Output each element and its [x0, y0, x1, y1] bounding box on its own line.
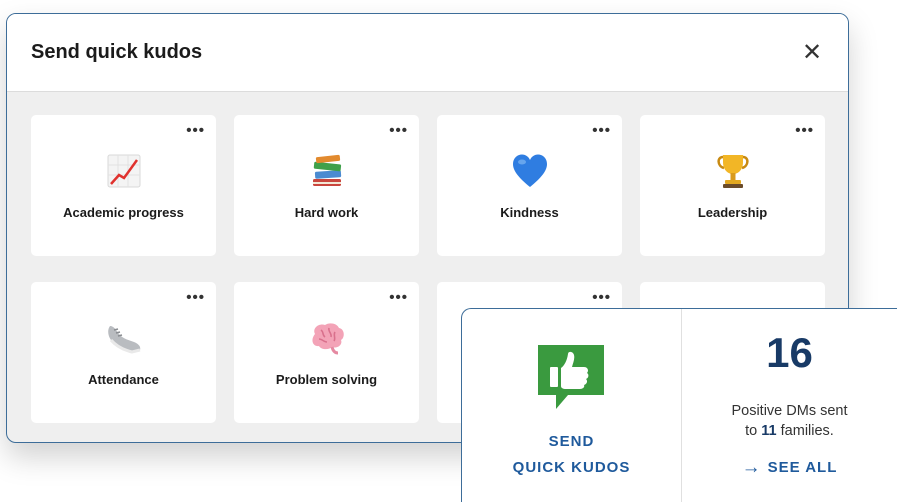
- kudos-card-leadership[interactable]: ••• Leadership: [640, 115, 825, 256]
- kudos-promo-panel: SEND QUICK KUDOS 16 Positive DMs sent to…: [461, 308, 897, 502]
- positive-dms-summary: 16 Positive DMs sent to 11 families. → SE…: [682, 309, 897, 502]
- kudos-card-kindness[interactable]: ••• Kindness: [437, 115, 622, 256]
- dm-suffix: families.: [776, 423, 834, 439]
- kudos-card-label: Kindness: [500, 205, 559, 220]
- brain-icon: [234, 318, 419, 358]
- kudos-card-label: Academic progress: [63, 205, 184, 220]
- kudos-card-label: Attendance: [88, 372, 159, 387]
- see-all-link[interactable]: → SEE ALL: [682, 457, 897, 479]
- more-options-icon[interactable]: •••: [592, 123, 611, 138]
- kudos-card-academic-progress[interactable]: ••• Academic progress: [31, 115, 216, 256]
- kudos-card-problem-solving[interactable]: ••• Problem solving: [234, 282, 419, 423]
- more-options-icon[interactable]: •••: [186, 290, 205, 305]
- kudos-card-attendance[interactable]: ••• Attendance: [31, 282, 216, 423]
- dm-prefix: to: [745, 423, 762, 439]
- trophy-icon: [640, 151, 825, 191]
- more-options-icon[interactable]: •••: [389, 290, 408, 305]
- more-options-icon[interactable]: •••: [186, 123, 205, 138]
- more-options-icon[interactable]: •••: [795, 123, 814, 138]
- positive-dm-description: Positive DMs sent to 11 families.: [682, 401, 897, 441]
- send-quick-kudos-label: SEND QUICK KUDOS: [462, 429, 681, 481]
- kudos-card-label: Leadership: [697, 205, 768, 220]
- chart-increasing-icon: [31, 151, 216, 191]
- dm-line1: Positive DMs sent: [731, 403, 848, 419]
- send-label-line1: SEND: [548, 433, 595, 450]
- see-all-label: SEE ALL: [767, 459, 838, 476]
- books-icon: [234, 151, 419, 191]
- arrow-right-icon: →: [741, 457, 762, 478]
- kudos-card-hard-work[interactable]: ••• Hard work: [234, 115, 419, 256]
- modal-title: Send quick kudos: [31, 41, 203, 63]
- more-options-icon[interactable]: •••: [592, 290, 611, 305]
- thumbs-up-icon: [534, 341, 608, 420]
- send-quick-kudos-button[interactable]: SEND QUICK KUDOS: [462, 309, 682, 502]
- family-count: 11: [761, 423, 777, 439]
- send-label-line2: QUICK KUDOS: [512, 459, 631, 476]
- positive-dm-count: 16: [766, 329, 813, 376]
- kudos-card-label: Hard work: [294, 205, 359, 220]
- blue-heart-icon: [437, 151, 622, 191]
- modal-header: Send quick kudos ✕: [7, 14, 848, 92]
- close-icon[interactable]: ✕: [800, 40, 824, 65]
- sneaker-icon: [31, 318, 216, 358]
- kudos-card-label: Problem solving: [275, 372, 378, 387]
- more-options-icon[interactable]: •••: [389, 123, 408, 138]
